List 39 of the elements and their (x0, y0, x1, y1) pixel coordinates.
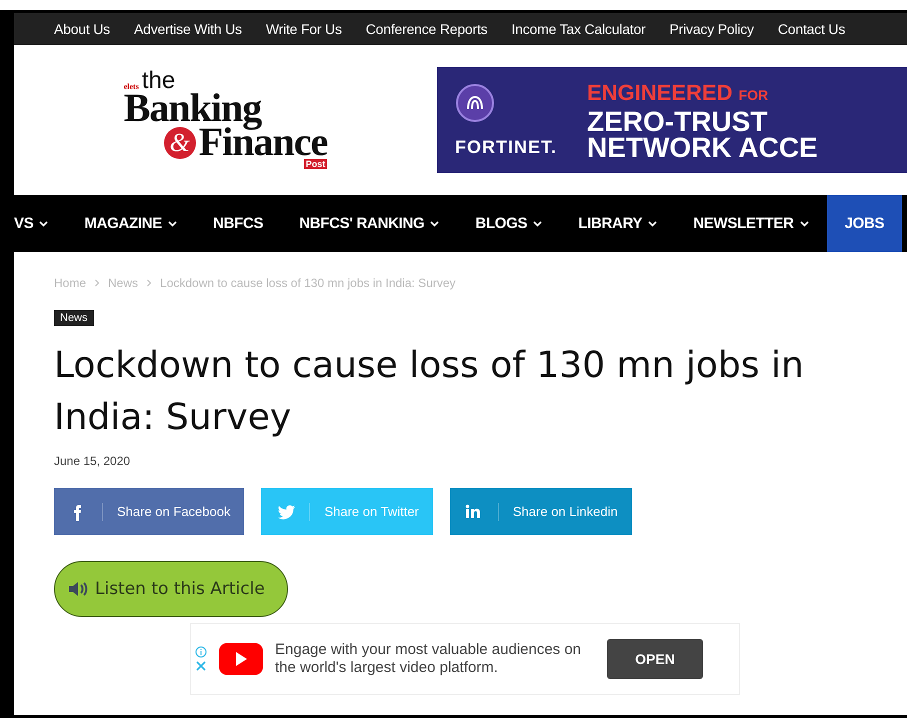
top-link[interactable]: Privacy Policy (670, 21, 754, 37)
open-button[interactable]: OPEN (607, 639, 703, 679)
speaker-icon (67, 580, 89, 598)
ad-text: Engage with your most valuable audiences on the world's largest video platform. (275, 641, 582, 677)
nav-item[interactable]: NBFCS (195, 195, 282, 252)
top-link[interactable]: Conference Reports (366, 21, 488, 37)
nav-item[interactable]: NEWSLETTER (675, 195, 827, 252)
chevron-icon (800, 220, 809, 226)
article-date: June 15, 2020 (54, 454, 130, 468)
nav-item[interactable]: MAGAZINE (66, 195, 196, 252)
separator-icon (94, 279, 100, 287)
top-link[interactable]: Contact Us (778, 21, 846, 37)
category-tag[interactable]: News (54, 310, 94, 326)
top-link[interactable]: Income Tax Calculator (511, 21, 646, 37)
separator-icon (146, 279, 152, 287)
nav-item[interactable]: LIBRARY (560, 195, 676, 252)
info-icon[interactable] (195, 646, 207, 658)
nav-item[interactable]: JOBS (826, 195, 902, 252)
top-link[interactable]: Write For Us (266, 21, 342, 37)
chevron-icon (533, 220, 542, 226)
top-link[interactable]: Advertise With Us (134, 21, 242, 37)
share-button[interactable]: Share on Linkedin (450, 488, 632, 535)
nav-item[interactable]: VS (14, 195, 66, 252)
share-button[interactable]: Share on Facebook (54, 488, 244, 535)
site-logo[interactable]: elets the Banking & FinancePost (124, 71, 328, 169)
listen-button[interactable]: Listen to this Article (54, 561, 288, 617)
chevron-icon (39, 220, 48, 226)
top-link[interactable]: About Us (54, 21, 110, 37)
nav-item[interactable]: NBFCS' RANKING (281, 195, 458, 252)
ad-banner[interactable]: FORTINET. ENGINEERED FOR ZERO-TRUST NETWORK ACCE (437, 67, 907, 173)
ad-card[interactable]: Engage with your most valuable audiences on the world's largest video platform. OPEN (190, 623, 740, 695)
close-icon[interactable] (195, 660, 207, 672)
nav-item[interactable]: BLOGS (457, 195, 560, 252)
chevron-icon (430, 220, 440, 226)
article-title: Lockdown to cause loss of 130 mn jobs in India: Survey (54, 344, 805, 440)
chevron-icon (168, 220, 178, 226)
play-icon (219, 643, 263, 675)
fingerprint-icon (455, 82, 495, 122)
chevron-icon (648, 220, 658, 226)
